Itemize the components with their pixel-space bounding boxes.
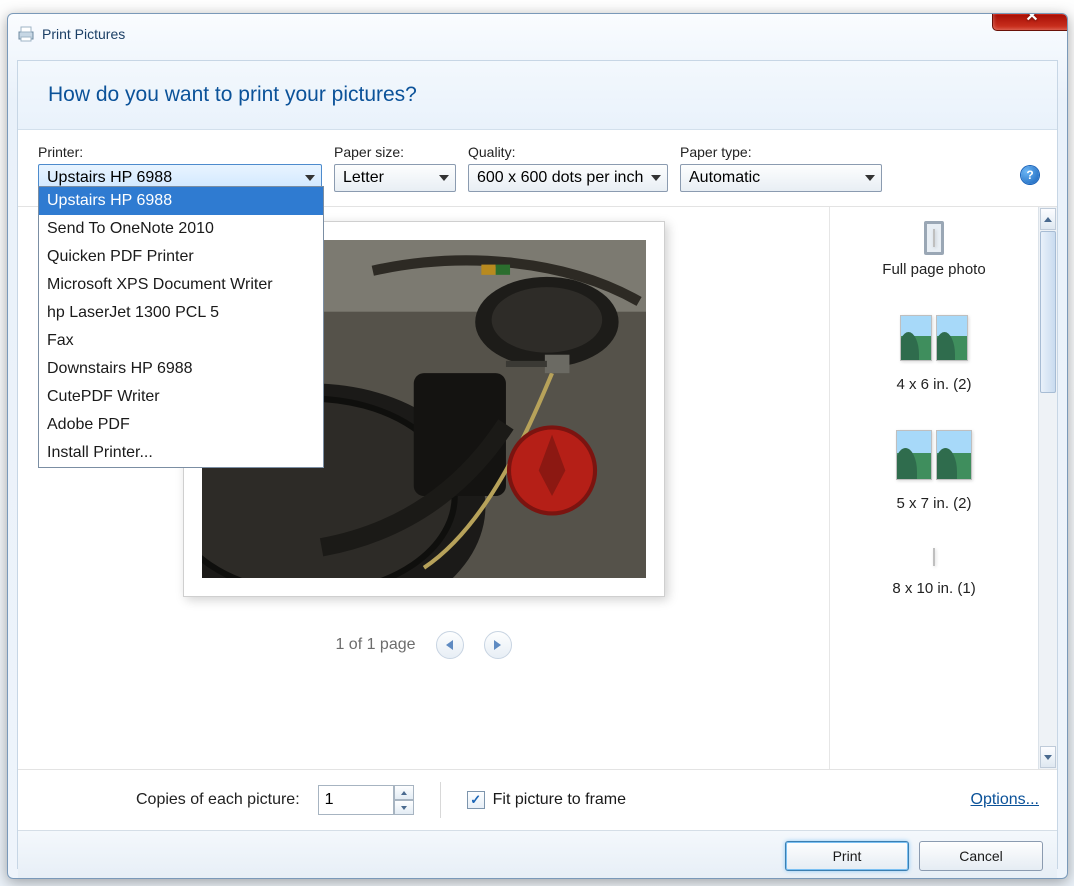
scroll-up-button[interactable] [1040,208,1056,230]
quality-value: 600 x 600 dots per inch [477,169,643,187]
print-button-label: Print [833,848,862,864]
scroll-thumb[interactable] [1040,231,1056,393]
printer-dropdown[interactable]: Upstairs HP 6988Send To OneNote 2010Quic… [38,186,324,468]
window-title: Print Pictures [42,26,125,42]
paper-size-label: Paper size: [334,144,456,160]
layout-thumbnail-icon [933,548,935,566]
quality-combo[interactable]: 600 x 600 dots per inch [468,164,668,192]
layout-full-page[interactable]: Full page photo [834,221,1034,278]
printer-icon [16,24,36,44]
paper-type-value: Automatic [689,169,760,187]
layout-label: 8 x 10 in. (1) [834,580,1034,597]
fit-label: Fit picture to frame [493,791,626,809]
paper-type-label: Paper type: [680,144,882,160]
layout-thumbnail-icon [936,430,972,480]
pager-text: 1 of 1 page [335,636,415,654]
printer-option[interactable]: Microsoft XPS Document Writer [39,271,323,299]
layout-4x6[interactable]: 4 x 6 in. (2) [834,306,1034,393]
print-pictures-window: ✕ Print Pictures How do you want to prin… [7,13,1068,879]
layout-thumbnail-icon [900,315,932,361]
heading-area: How do you want to print your pictures? [18,61,1057,130]
chevron-down-icon [651,175,661,181]
page-heading: How do you want to print your pictures? [48,83,1027,107]
layout-5x7[interactable]: 5 x 7 in. (2) [834,421,1034,512]
help-icon[interactable]: ? [1021,166,1039,184]
arrow-right-icon [494,640,501,650]
paper-size-value: Letter [343,169,384,187]
chevron-down-icon [439,175,449,181]
layout-label: Full page photo [834,261,1034,278]
chevron-down-icon [865,175,875,181]
printer-option[interactable]: Quicken PDF Printer [39,243,323,271]
printer-option[interactable]: Downstairs HP 6988 [39,355,323,383]
check-icon: ✓ [470,792,481,808]
chevron-down-icon [305,175,315,181]
separator [440,782,441,818]
arrow-down-icon [401,806,407,810]
cancel-button-label: Cancel [959,848,1003,864]
paper-size-combo[interactable]: Letter [334,164,456,192]
controls-row: Printer: Upstairs HP 6988 Paper size: Le… [18,130,1057,207]
layout-scrollbar[interactable] [1038,207,1057,769]
quality-label: Quality: [468,144,668,160]
layout-label: 5 x 7 in. (2) [834,495,1034,512]
layout-label: 4 x 6 in. (2) [834,376,1034,393]
next-page-button[interactable] [484,631,512,659]
arrow-down-icon [1044,755,1052,760]
layout-thumbnail-icon [933,229,935,247]
printer-option[interactable]: CutePDF Writer [39,383,323,411]
printer-option[interactable]: Adobe PDF [39,411,323,439]
arrow-up-icon [1044,217,1052,222]
layout-panel: Full page photo 4 x 6 in. (2) 5 x 7 in. … [829,207,1038,769]
client-area: How do you want to print your pictures? … [17,60,1058,869]
printer-option[interactable]: hp LaserJet 1300 PCL 5 [39,299,323,327]
title-bar[interactable]: Print Pictures [8,14,1067,54]
layout-thumbnail-icon [936,315,968,361]
fit-checkbox[interactable]: ✓ [467,791,485,809]
scroll-down-button[interactable] [1040,746,1056,768]
options-link[interactable]: Options... [971,791,1039,809]
printer-option[interactable]: Upstairs HP 6988 [39,187,323,215]
paper-type-combo[interactable]: Automatic [680,164,882,192]
printer-combo-value: Upstairs HP 6988 [47,169,172,187]
printer-option[interactable]: Install Printer... [39,439,323,467]
copies-spinner [318,785,414,815]
copies-input[interactable] [318,785,394,815]
layout-thumbnail-icon [896,430,932,480]
copies-decrement-button[interactable] [394,800,414,815]
prev-page-button[interactable] [436,631,464,659]
action-bar: Print Cancel [18,830,1057,879]
bottom-bar: Copies of each picture: ✓ Fit picture to… [18,769,1057,830]
arrow-up-icon [401,791,407,795]
copies-increment-button[interactable] [394,785,414,800]
printer-option[interactable]: Fax [39,327,323,355]
copies-label: Copies of each picture: [136,791,300,809]
print-button[interactable]: Print [785,841,909,871]
pager: 1 of 1 page [335,631,511,659]
layout-8x10[interactable]: 8 x 10 in. (1) [834,540,1034,597]
printer-option[interactable]: Send To OneNote 2010 [39,215,323,243]
arrow-left-icon [446,640,453,650]
scroll-track[interactable] [1039,231,1057,745]
cancel-button[interactable]: Cancel [919,841,1043,871]
printer-label: Printer: [38,144,322,160]
